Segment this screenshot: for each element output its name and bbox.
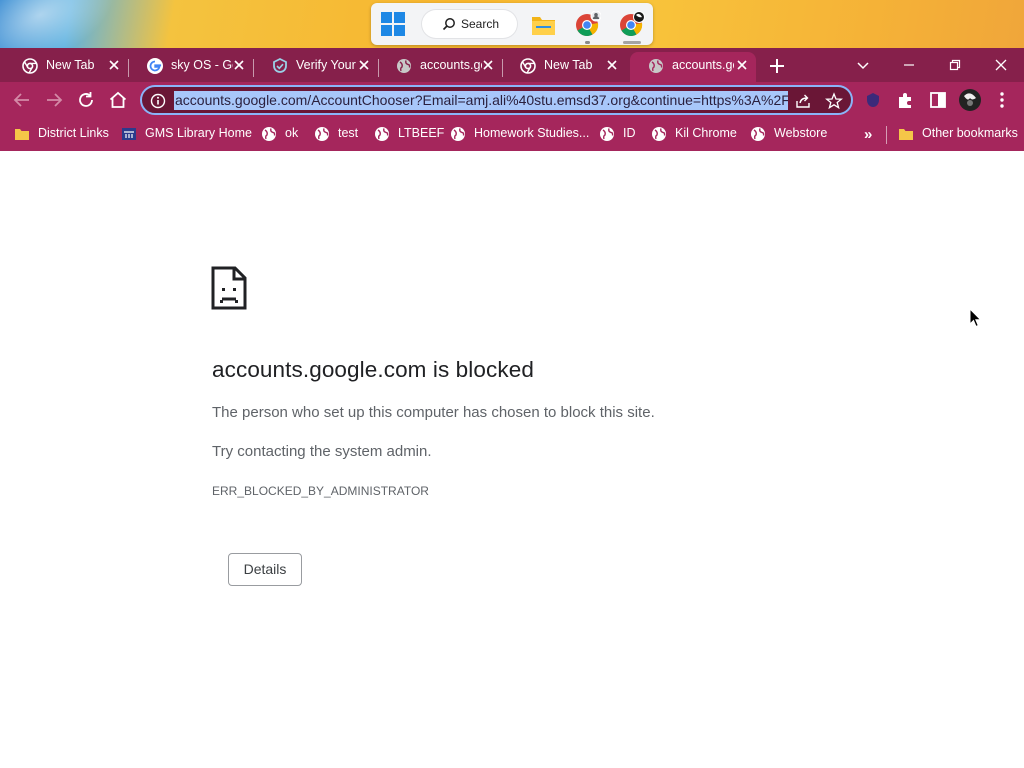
globe-icon bbox=[649, 59, 663, 73]
globe-icon bbox=[751, 127, 765, 141]
globe-icon bbox=[652, 127, 666, 141]
close-icon[interactable] bbox=[231, 57, 247, 73]
folder-icon bbox=[899, 129, 913, 140]
info-icon[interactable] bbox=[150, 93, 166, 109]
taskbar-running-indicator bbox=[585, 41, 590, 44]
side-panel-icon[interactable] bbox=[927, 89, 949, 111]
bookmark-label: ID bbox=[623, 126, 636, 140]
bookmark-star-icon[interactable] bbox=[825, 92, 843, 110]
minimize-icon[interactable] bbox=[897, 53, 921, 77]
error-message: The person who set up this computer has … bbox=[212, 404, 655, 421]
extensions-puzzle-icon[interactable] bbox=[895, 89, 917, 111]
chrome-profile-icon[interactable] bbox=[618, 11, 645, 38]
library-icon bbox=[122, 128, 136, 140]
tab-title: sky OS - Go bbox=[171, 58, 233, 72]
menu-dots-icon[interactable] bbox=[991, 89, 1013, 111]
extension-shield-icon[interactable] bbox=[862, 89, 884, 111]
taskbar-search-label: Search bbox=[461, 17, 500, 31]
error-title: accounts.google.com is blocked bbox=[212, 357, 534, 382]
bookmarks-separator bbox=[886, 126, 887, 144]
tab-title: New Tab bbox=[544, 58, 593, 72]
tab-sky-os[interactable]: sky OS - Go bbox=[129, 52, 254, 82]
details-button[interactable]: Details bbox=[228, 553, 302, 586]
close-icon[interactable] bbox=[106, 57, 122, 73]
close-window-icon[interactable] bbox=[989, 53, 1013, 77]
bookmark-label: District Links bbox=[38, 126, 109, 140]
tab-title: New Tab bbox=[46, 58, 95, 72]
verify-icon bbox=[273, 58, 287, 73]
globe-icon bbox=[375, 127, 389, 141]
taskbar-active-indicator bbox=[623, 41, 641, 44]
file-explorer-icon[interactable] bbox=[530, 11, 557, 38]
globe-icon bbox=[262, 127, 276, 141]
chrome-profile-icon[interactable] bbox=[574, 11, 601, 38]
close-icon[interactable] bbox=[480, 57, 496, 73]
globe-icon bbox=[451, 127, 465, 141]
taskbar-search-box[interactable]: Search bbox=[422, 10, 517, 38]
globe-icon bbox=[397, 59, 411, 73]
tab-title: Verify Your bbox=[296, 58, 356, 72]
error-code: ERR_BLOCKED_BY_ADMINISTRATOR bbox=[212, 484, 429, 498]
chrome-icon bbox=[520, 58, 536, 74]
search-icon bbox=[442, 18, 455, 31]
back-icon[interactable] bbox=[11, 89, 33, 111]
restore-icon[interactable] bbox=[943, 53, 967, 77]
tab-accounts-google-active[interactable]: accounts.go bbox=[630, 52, 756, 82]
globe-icon bbox=[600, 127, 614, 141]
sad-page-icon bbox=[211, 266, 247, 310]
taskbar: Search bbox=[371, 3, 653, 45]
tab-search-chevron-icon[interactable] bbox=[851, 53, 875, 77]
close-icon[interactable] bbox=[734, 57, 750, 73]
new-tab-plus-icon[interactable] bbox=[766, 55, 788, 77]
tab-accounts-google[interactable]: accounts.go bbox=[378, 52, 503, 82]
windows-start-icon[interactable] bbox=[381, 12, 405, 36]
browser-toolbar: accounts.google.com/AccountChooser?Email… bbox=[0, 82, 1024, 118]
mouse-cursor-icon bbox=[969, 308, 982, 328]
chrome-icon bbox=[22, 58, 38, 74]
bookmark-label: Webstore bbox=[774, 126, 828, 140]
address-bar[interactable]: accounts.google.com/AccountChooser?Email… bbox=[140, 85, 853, 115]
forward-icon[interactable] bbox=[43, 89, 65, 111]
bookmark-label: Homework Studies... bbox=[474, 126, 590, 140]
bookmark-label: Other bookmarks bbox=[922, 126, 1018, 140]
share-icon[interactable] bbox=[794, 92, 812, 110]
google-icon bbox=[147, 58, 163, 74]
error-suggestion: Try contacting the system admin. bbox=[212, 443, 432, 460]
tab-verify-your[interactable]: Verify Your bbox=[254, 52, 379, 82]
tab-strip: New Tab sky OS - Go Verify Your accounts… bbox=[0, 48, 1024, 82]
bookmark-label: LTBEEF bbox=[398, 126, 445, 140]
bookmark-label: ok bbox=[285, 126, 299, 140]
address-url-text[interactable]: accounts.google.com/AccountChooser?Email… bbox=[174, 91, 788, 110]
bookmark-label: Kil Chrome bbox=[675, 126, 737, 140]
bookmark-label: test bbox=[338, 126, 359, 140]
reload-icon[interactable] bbox=[75, 89, 97, 111]
folder-icon bbox=[15, 129, 29, 140]
more-bookmarks-chevron-icon[interactable]: » bbox=[864, 126, 880, 143]
profile-avatar[interactable] bbox=[958, 88, 982, 112]
home-icon[interactable] bbox=[107, 89, 129, 111]
globe-icon bbox=[315, 127, 329, 141]
tab-new-tab[interactable]: New Tab bbox=[502, 52, 626, 82]
close-icon[interactable] bbox=[356, 57, 372, 73]
tab-title: accounts.go bbox=[672, 58, 734, 72]
desktop-wallpaper: Search bbox=[0, 0, 1024, 48]
bookmarks-bar: District Links GMS Library Home ok test … bbox=[0, 118, 1024, 151]
bookmark-label: GMS Library Home bbox=[145, 126, 252, 140]
tab-title: accounts.go bbox=[420, 58, 482, 72]
tab-new-tab[interactable]: New Tab bbox=[4, 52, 129, 82]
close-icon[interactable] bbox=[604, 57, 620, 73]
